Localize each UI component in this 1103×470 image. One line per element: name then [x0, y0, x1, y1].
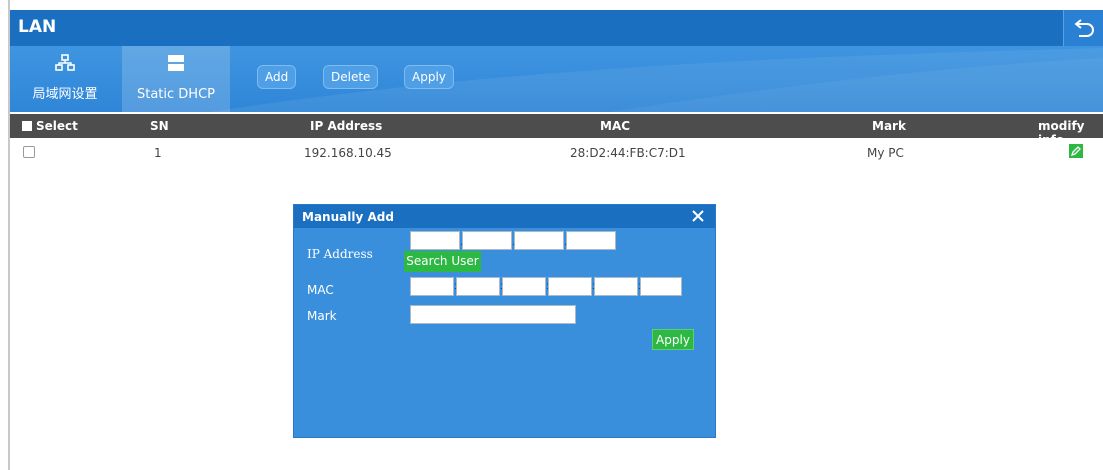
mark-label: Mark	[307, 309, 337, 323]
row-sn: 1	[154, 146, 162, 160]
mac-field-6[interactable]	[640, 277, 682, 296]
add-button[interactable]: Add	[257, 65, 297, 89]
row-mark: My PC	[867, 146, 904, 160]
dialog-header: Manually Add	[294, 205, 715, 228]
column-mark: Mark	[872, 119, 906, 133]
table-row: 1 192.168.10.45 28:D2:44:FB:C7:D1 My PC	[10, 140, 1103, 166]
mac-field-3[interactable]	[502, 277, 546, 296]
page-title: LAN	[18, 17, 57, 37]
ip-field-3[interactable]	[514, 231, 564, 250]
dialog-apply-button[interactable]: Apply	[652, 329, 694, 350]
column-sn: SN	[150, 119, 169, 133]
mac-field-1[interactable]	[410, 277, 454, 296]
mark-field[interactable]	[410, 305, 576, 324]
mac-label: MAC	[307, 283, 334, 297]
server-icon	[168, 55, 184, 71]
title-bar: LAN	[10, 10, 1103, 46]
search-user-button[interactable]: Search User	[404, 251, 481, 272]
ip-field-2[interactable]	[462, 231, 512, 250]
select-all-checkbox[interactable]	[22, 121, 32, 131]
tab-static-dhcp[interactable]: Static DHCP	[122, 46, 230, 112]
tab-static-label: Static DHCP	[136, 87, 215, 102]
tab-lan-label: 局域网设置	[32, 87, 98, 102]
back-button[interactable]	[1063, 10, 1103, 46]
manually-add-dialog: Manually Add IP Address . . . Search Use…	[293, 204, 716, 438]
column-mac: MAC	[600, 119, 631, 133]
column-select: Select	[36, 119, 78, 133]
select-all-header[interactable]: Select	[22, 119, 78, 133]
column-ip-address: IP Address	[310, 119, 383, 133]
row-checkbox[interactable]	[23, 146, 35, 158]
back-arrow-icon	[1074, 19, 1094, 37]
lan-app: LAN 局域网设置 Static DHCP Add Delete Apply S…	[0, 0, 1103, 470]
mac-field-2[interactable]	[456, 277, 500, 296]
table-header: Select SN IP Address MAC Mark modify inf…	[10, 114, 1103, 147]
network-icon	[55, 54, 75, 71]
ip-address-label: IP Address	[307, 247, 373, 261]
delete-button[interactable]: Delete	[323, 65, 379, 89]
toolbar: 局域网设置 Static DHCP Add Delete Apply	[10, 46, 1103, 112]
apply-button[interactable]: Apply	[404, 65, 454, 89]
mac-field-5[interactable]	[594, 277, 638, 296]
row-mac: 28:D2:44:FB:C7:D1	[570, 146, 686, 160]
dialog-title: Manually Add	[302, 210, 394, 224]
mac-field-4[interactable]	[548, 277, 592, 296]
close-icon[interactable]	[690, 207, 706, 225]
ip-field-1[interactable]	[410, 231, 460, 250]
edit-icon[interactable]	[1069, 144, 1083, 158]
row-ip: 192.168.10.45	[304, 146, 392, 160]
tab-lan-settings[interactable]: 局域网设置	[10, 46, 120, 112]
ip-field-4[interactable]	[566, 231, 616, 250]
